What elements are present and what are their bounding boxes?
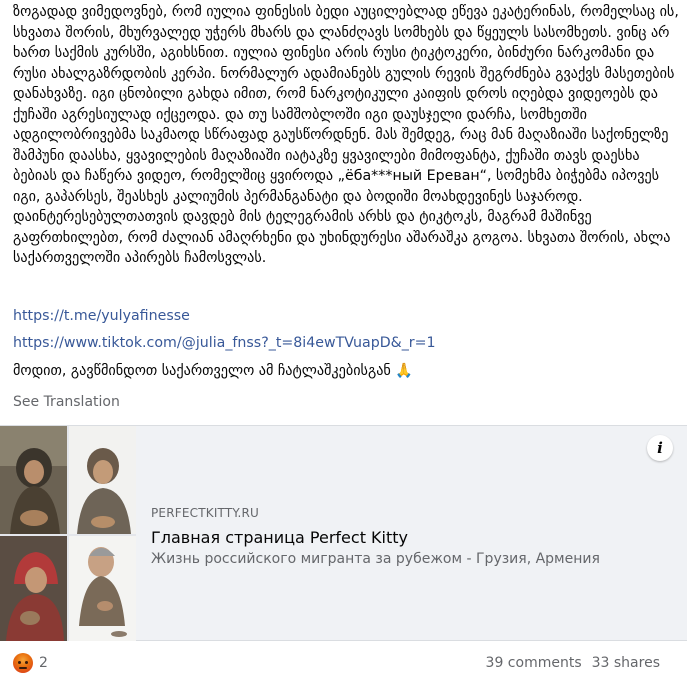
shares-count[interactable]: 33 shares bbox=[592, 655, 660, 671]
angry-reaction-icon bbox=[13, 653, 33, 673]
preview-meta: PERFECTKITTY.RU Главная страница Perfect… bbox=[151, 506, 671, 567]
tiktok-link[interactable]: https://www.tiktok.com/@julia_fnss?_t=8i… bbox=[13, 335, 436, 351]
post-stats: 39 comments 33 shares bbox=[486, 655, 660, 671]
preview-thumbnails bbox=[0, 426, 136, 641]
see-translation-button[interactable]: See Translation bbox=[13, 394, 120, 410]
closing-text: მოდით, გავწმინდოთ საქართველო ამ ჩატლაშკე… bbox=[13, 363, 414, 379]
link-preview-card[interactable]: PERFECTKITTY.RU Главная страница Perfect… bbox=[0, 425, 687, 641]
reactions-summary[interactable]: 2 bbox=[13, 653, 48, 673]
telegram-link[interactable]: https://t.me/yulyafinesse bbox=[13, 308, 190, 324]
preview-description: Жизнь российского мигранта за рубежом - … bbox=[151, 551, 600, 567]
post-text: ზოგადად ვიმედოვნებ, რომ იულია ფინესის ბე… bbox=[13, 4, 684, 266]
reaction-count: 2 bbox=[39, 655, 48, 671]
info-icon[interactable]: i bbox=[647, 435, 673, 461]
beggar-thumbnail-2 bbox=[69, 426, 136, 534]
beggar-thumbnail-4 bbox=[69, 536, 136, 641]
comments-count[interactable]: 39 comments bbox=[486, 655, 582, 671]
post-body: ზოგადად ვიმედოვნებ, რომ იულია ფინესის ბე… bbox=[13, 2, 679, 269]
post-footer: 2 39 comments 33 shares bbox=[0, 645, 687, 681]
beggar-thumbnail-1 bbox=[0, 426, 67, 534]
preview-title[interactable]: Главная страница Perfect Kitty bbox=[151, 528, 671, 547]
beggar-thumbnail-3 bbox=[0, 536, 67, 641]
preview-domain: PERFECTKITTY.RU bbox=[151, 506, 260, 520]
